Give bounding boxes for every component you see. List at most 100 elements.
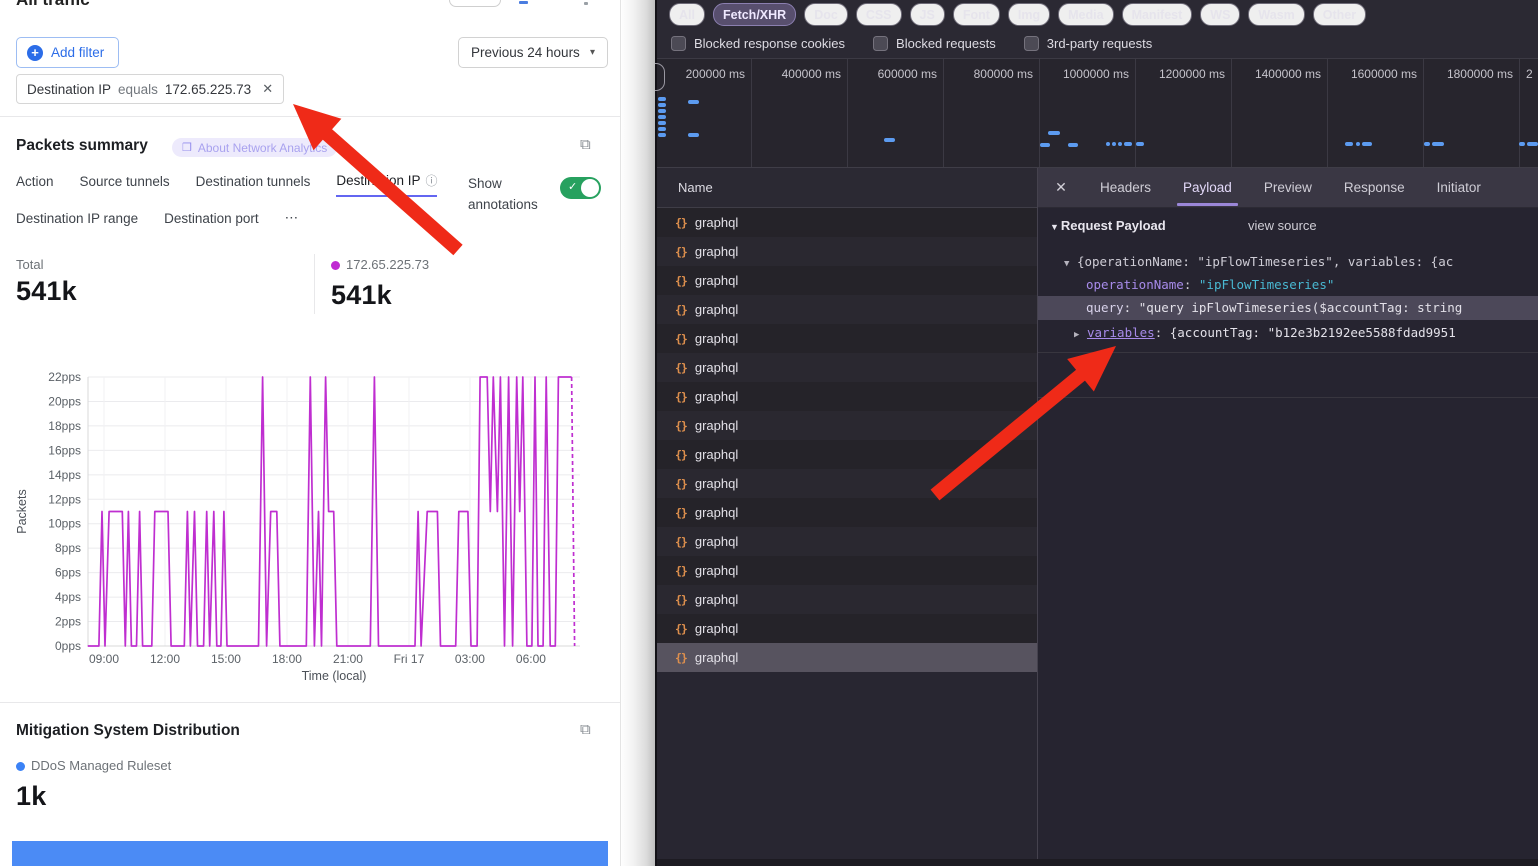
- view-source-link[interactable]: view source: [1248, 218, 1317, 233]
- inspector-tab-payload[interactable]: Payload: [1167, 168, 1248, 208]
- request-row[interactable]: {}graphql: [657, 411, 1037, 440]
- close-icon[interactable]: ✕: [262, 81, 273, 97]
- about-network-analytics-badge[interactable]: ❒ About Network Analytics: [172, 138, 337, 157]
- y-tick-label: 12pps: [48, 492, 81, 506]
- request-activity-mark: [658, 133, 666, 137]
- request-row[interactable]: {}graphql: [657, 498, 1037, 527]
- checkbox-blocked-requests[interactable]: Blocked requests: [873, 36, 996, 51]
- packets-tab-destination-port[interactable]: Destination port: [164, 210, 259, 232]
- request-row[interactable]: {}graphql: [657, 382, 1037, 411]
- filter-pill-font[interactable]: Font: [953, 3, 1000, 26]
- clock-icon[interactable]: ◷: [334, 138, 346, 155]
- time-range-dropdown[interactable]: Previous 24 hours ▾: [458, 37, 608, 68]
- request-type-filter-bar: All Fetch/XHR Doc CSS JS Font Img Media Manifest…: [657, 0, 1538, 29]
- json-braces-icon: {}: [675, 477, 687, 491]
- request-row[interactable]: {}graphql: [657, 527, 1037, 556]
- request-row[interactable]: {}graphql: [657, 295, 1037, 324]
- json-key: query: [1038, 300, 1124, 315]
- triangle-right-icon: ▶: [1038, 330, 1079, 340]
- window-resize-handle[interactable]: [655, 63, 665, 91]
- partial-toolbar-button[interactable]: [449, 0, 501, 7]
- close-icon[interactable]: ✕: [1038, 179, 1084, 196]
- packets-tab-action[interactable]: Action: [16, 172, 54, 197]
- stat-ip-value: 541k: [331, 280, 392, 311]
- request-name: graphql: [695, 215, 738, 230]
- checkbox-3rd-party-requests[interactable]: 3rd-party requests: [1024, 36, 1153, 51]
- filter-pill-js[interactable]: JS: [910, 3, 945, 26]
- payload-row-operationname[interactable]: operationName: "ipFlowTimeseries": [1038, 273, 1538, 296]
- request-row[interactable]: {}graphql: [657, 208, 1037, 237]
- payload-summary-rest: operationName: "ipFlowTimeseries", varia…: [1084, 254, 1453, 269]
- request-activity-mark: [1136, 142, 1144, 146]
- filter-pill-img[interactable]: Img: [1008, 3, 1050, 26]
- filter-pill-css[interactable]: CSS: [856, 3, 902, 26]
- network-overview-timeline[interactable]: 200000 ms400000 ms600000 ms800000 ms1000…: [657, 59, 1538, 168]
- legend-dot-icon: [16, 762, 25, 771]
- mitigation-bar: [12, 841, 608, 866]
- payload-row-query[interactable]: query: "query ipFlowTimeseries($accountT…: [1038, 296, 1538, 320]
- y-tick-label: 4pps: [55, 590, 81, 604]
- mitigation-title: Mitigation System Distribution: [16, 722, 240, 740]
- packets-tab-destination-ip-range[interactable]: Destination IP range: [16, 210, 138, 232]
- request-name: graphql: [695, 505, 738, 520]
- request-row[interactable]: {}graphql: [657, 237, 1037, 266]
- name-column-header[interactable]: Name: [657, 168, 1037, 208]
- request-row[interactable]: {}graphql: [657, 556, 1037, 585]
- filter-pill-all[interactable]: All: [669, 3, 705, 26]
- add-filter-button[interactable]: + Add filter: [16, 37, 119, 68]
- filter-chip[interactable]: Destination IP equals 172.65.225.73 ✕: [16, 74, 284, 104]
- packets-tab-destination-ip[interactable]: Destination IPⓘ: [336, 172, 437, 197]
- info-icon[interactable]: ⓘ: [425, 172, 437, 189]
- request-activity-mark: [1048, 131, 1060, 135]
- x-tick-label: 18:00: [272, 652, 302, 666]
- request-payload-section[interactable]: ▼Request Payload: [1050, 218, 1166, 233]
- x-tick-label: 15:00: [211, 652, 241, 666]
- partial-toolbar-mark: [519, 1, 528, 4]
- json-braces-icon: {}: [675, 651, 687, 665]
- filter-pill-wasm[interactable]: Wasm: [1248, 3, 1304, 26]
- request-row[interactable]: {}graphql: [657, 324, 1037, 353]
- inspector-tab-headers[interactable]: Headers: [1084, 168, 1167, 208]
- show-annotations-label: Show annotations: [468, 174, 552, 216]
- filter-pill-doc[interactable]: Doc: [804, 3, 848, 26]
- checkbox-blocked-response-cookies[interactable]: Blocked response cookies: [671, 36, 845, 51]
- inspector-tab-response[interactable]: Response: [1328, 168, 1421, 208]
- filter-pill-manifest[interactable]: Manifest: [1122, 3, 1193, 26]
- request-activity-mark: [1356, 142, 1360, 146]
- request-row[interactable]: {}graphql: [657, 266, 1037, 295]
- y-tick-label: 0pps: [55, 639, 81, 653]
- x-tick-label: 09:00: [89, 652, 119, 666]
- checkbox-icon: [671, 36, 686, 51]
- request-name: graphql: [695, 360, 738, 375]
- packets-tab-destination-tunnels[interactable]: Destination tunnels: [196, 172, 311, 197]
- packets-tab-source-tunnels[interactable]: Source tunnels: [80, 172, 170, 197]
- inspector-tab-initiator[interactable]: Initiator: [1421, 168, 1497, 208]
- packets-tab--[interactable]: ⋯: [285, 210, 299, 232]
- badge-label: About Network Analytics: [198, 141, 327, 155]
- json-string-value: "query ipFlowTimeseries($accountTag: str…: [1139, 300, 1463, 315]
- json-braces-icon: {}: [675, 332, 687, 346]
- y-tick-label: 8pps: [55, 541, 81, 555]
- request-row[interactable]: {}graphql: [657, 614, 1037, 643]
- request-row[interactable]: {}graphql: [657, 440, 1037, 469]
- request-activity-mark: [1124, 142, 1132, 146]
- json-braces-icon: {}: [675, 274, 687, 288]
- payload-row-variables[interactable]: ▶ variables: {accountTag: "b12e3b2192ee5…: [1038, 321, 1538, 345]
- doc-card-icon: ❒: [182, 141, 192, 154]
- request-row[interactable]: {}graphql: [657, 643, 1037, 672]
- payload-summary-row[interactable]: ▼ {{operationName: "ipFlowTimeseries", v…: [1038, 250, 1538, 273]
- filter-pill-fetch-xhr[interactable]: Fetch/XHR: [713, 3, 796, 26]
- inspector-tab-preview[interactable]: Preview: [1248, 168, 1328, 208]
- add-filter-label: Add filter: [51, 45, 104, 60]
- filter-pill-media[interactable]: Media: [1058, 3, 1113, 26]
- tab-label: Source tunnels: [80, 174, 170, 189]
- expand-panel-icon[interactable]: ⧉: [580, 721, 591, 738]
- filter-pill-other[interactable]: Other: [1313, 3, 1366, 26]
- filter-pill-ws[interactable]: WS: [1200, 3, 1240, 26]
- request-row[interactable]: {}graphql: [657, 585, 1037, 614]
- annotations-toggle[interactable]: ✓: [560, 177, 601, 199]
- json-braces-icon: {}: [675, 245, 687, 259]
- expand-panel-icon[interactable]: ⧉: [580, 136, 591, 153]
- request-row[interactable]: {}graphql: [657, 353, 1037, 382]
- request-row[interactable]: {}graphql: [657, 469, 1037, 498]
